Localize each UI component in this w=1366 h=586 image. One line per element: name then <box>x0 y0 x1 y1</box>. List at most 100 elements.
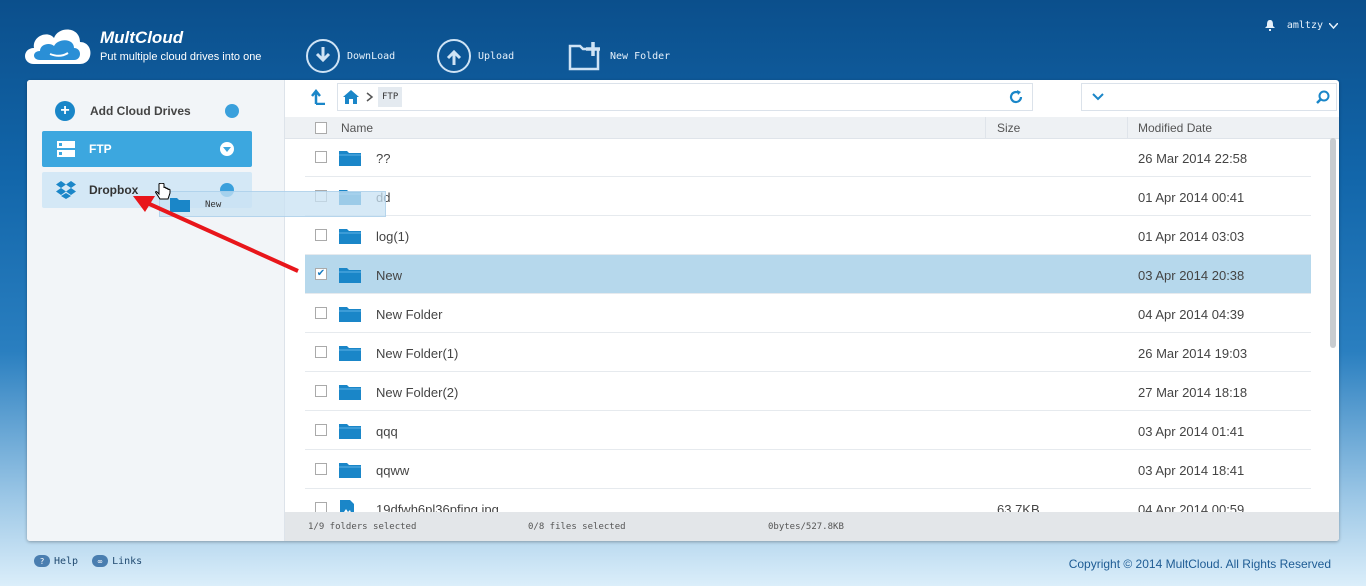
table-row[interactable]: qqq 03 Apr 2014 01:41 <box>305 411 1311 450</box>
bell-icon[interactable] <box>1264 20 1275 31</box>
file-date: 04 Apr 2014 04:39 <box>1138 307 1245 322</box>
logo: MultCloud Put multiple cloud drives into… <box>20 18 280 78</box>
table-row[interactable]: New Folder(1) 26 Mar 2014 19:03 <box>305 333 1311 372</box>
file-name: New Folder(2) <box>376 385 459 400</box>
parent-folder-button[interactable] <box>305 83 333 111</box>
table-row[interactable]: 19dfwh6pl36pfing.jpg 63.7KB 04 Apr 2014 00… <box>305 489 1311 512</box>
row-checkbox[interactable]: ✔ <box>315 268 327 280</box>
table-header: Name Size Modified Date <box>285 117 1339 139</box>
sidebar: + Add Cloud Drives FTP Dropbox <box>27 80 285 541</box>
bytes-selected: 0bytes/527.8KB <box>768 522 844 532</box>
file-date: 01 Apr 2014 03:03 <box>1138 229 1245 244</box>
folder-icon <box>339 385 361 400</box>
files-selected-count: 0/8 files selected <box>528 522 626 532</box>
add-cloud-icon: + <box>55 101 75 121</box>
download-label: DownLoad <box>347 50 396 62</box>
file-name: qqww <box>376 463 410 478</box>
ftp-server-icon <box>57 141 75 157</box>
file-name: New Folder <box>376 307 443 322</box>
row-checkbox[interactable] <box>315 229 327 241</box>
file-name: qqq <box>376 424 398 439</box>
file-name: New <box>376 268 403 283</box>
links-link[interactable]: ∞ Links <box>92 555 142 567</box>
new-folder-icon <box>568 42 600 71</box>
image-file-icon <box>340 500 354 512</box>
file-date: 01 Apr 2014 00:41 <box>1138 190 1245 205</box>
folder-icon <box>339 151 361 166</box>
sidebar-item-label: FTP <box>89 142 112 156</box>
row-checkbox[interactable] <box>315 307 327 319</box>
chevron-right-icon <box>366 92 374 102</box>
username: amltzy <box>1286 20 1323 31</box>
upload-button[interactable]: Upload <box>437 38 514 74</box>
sidebar-item-ftp[interactable]: FTP <box>42 131 252 167</box>
file-date: 03 Apr 2014 01:41 <box>1138 424 1245 439</box>
help-label: Help <box>54 555 79 567</box>
table-row[interactable]: ✔ New 03 Apr 2014 20:38 <box>305 255 1311 294</box>
row-checkbox[interactable] <box>315 502 327 512</box>
folder-icon <box>339 307 361 322</box>
column-size[interactable]: Size <box>997 121 1020 135</box>
home-icon[interactable] <box>342 89 360 105</box>
file-date: 03 Apr 2014 18:41 <box>1138 463 1245 478</box>
dropbox-icon <box>56 181 76 199</box>
search-box[interactable] <box>1081 83 1337 111</box>
folder-icon <box>339 424 361 439</box>
column-modified-date[interactable]: Modified Date <box>1138 121 1212 135</box>
upload-icon <box>446 49 462 65</box>
file-date: 26 Mar 2014 22:58 <box>1138 151 1248 166</box>
row-checkbox[interactable] <box>315 385 327 397</box>
folder-icon <box>339 463 361 478</box>
folder-icon <box>339 229 361 244</box>
file-list: ??26 Mar 2014 22:58dd01 Apr 2014 00:41lo… <box>285 138 1325 512</box>
chevron-down-icon[interactable] <box>1092 90 1104 102</box>
add-cloud-drives-button[interactable]: + Add Cloud Drives <box>55 100 239 122</box>
new-folder-label: New Folder <box>610 50 671 62</box>
file-name: New Folder(1) <box>376 346 459 361</box>
table-row[interactable]: dd01 Apr 2014 00:41 <box>305 177 1311 216</box>
arrow-up-icon <box>311 89 325 105</box>
row-checkbox[interactable] <box>315 346 327 358</box>
hand-cursor-icon <box>155 183 171 200</box>
user-menu[interactable]: amltzy <box>1264 20 1338 31</box>
table-row[interactable]: New Folder(2) 27 Mar 2014 18:18 <box>305 372 1311 411</box>
select-all-checkbox[interactable] <box>315 122 327 134</box>
help-icon: ? <box>34 555 50 567</box>
search-icon[interactable] <box>1316 90 1330 104</box>
download-icon <box>315 47 331 63</box>
file-name: ?? <box>376 151 391 166</box>
row-checkbox[interactable] <box>315 463 327 475</box>
row-checkbox[interactable] <box>315 424 327 436</box>
scrollbar[interactable] <box>1330 138 1336 348</box>
file-name: log(1) <box>376 229 410 244</box>
folder-icon <box>339 346 361 361</box>
chevron-down-icon <box>1329 22 1338 29</box>
folders-selected-count: 1/9 folders selected <box>308 522 417 532</box>
footer-links: ? Help ∞ Links <box>34 555 142 567</box>
copyright: Copyright © 2014 MultCloud. All Rights R… <box>1068 557 1331 571</box>
path-bar: FTP <box>305 83 1337 111</box>
brand-title: MultCloud <box>100 28 184 47</box>
refresh-icon[interactable] <box>1008 89 1024 105</box>
file-date: 27 Mar 2014 18:18 <box>1138 385 1248 400</box>
brand-subtitle: Put multiple cloud drives into one <box>100 51 262 63</box>
file-date: 03 Apr 2014 20:38 <box>1138 268 1245 283</box>
status-bar: 1/9 folders selected 0/8 files selected … <box>285 512 1339 541</box>
help-link[interactable]: ? Help <box>34 555 78 567</box>
folder-icon <box>339 268 361 283</box>
new-folder-button[interactable]: New Folder <box>568 38 670 74</box>
table-row[interactable]: qqww 03 Apr 2014 18:41 <box>305 450 1311 489</box>
row-checkbox[interactable] <box>315 151 327 163</box>
table-row[interactable]: New Folder 04 Apr 2014 04:39 <box>305 294 1311 333</box>
chevron-down-icon[interactable] <box>220 142 234 156</box>
breadcrumb: FTP <box>337 83 1033 111</box>
links-label: Links <box>112 555 143 567</box>
download-button[interactable]: DownLoad <box>306 38 395 74</box>
breadcrumb-item-ftp[interactable]: FTP <box>378 87 403 107</box>
file-size: 63.7KB <box>997 502 1040 512</box>
table-row[interactable]: ?? 26 Mar 2014 22:58 <box>305 138 1311 177</box>
table-row[interactable]: log(1) 01 Apr 2014 03:03 <box>305 216 1311 255</box>
upload-label: Upload <box>478 50 515 62</box>
link-icon: ∞ <box>92 555 109 567</box>
column-name[interactable]: Name <box>341 121 373 135</box>
